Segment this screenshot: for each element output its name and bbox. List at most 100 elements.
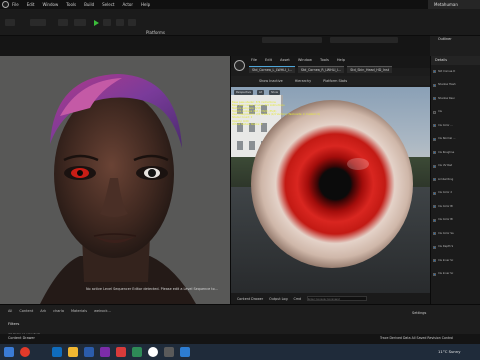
- breadcrumb-ark[interactable]: Ark: [40, 309, 46, 313]
- show-inactive-button[interactable]: Show Inactive: [259, 79, 283, 83]
- property-checkbox[interactable]: [433, 245, 436, 249]
- details-property-row[interactable]: Iris UV Rad: [433, 164, 480, 169]
- breadcrumb-charla[interactable]: charla: [53, 309, 64, 313]
- property-checkbox[interactable]: [433, 110, 436, 114]
- property-checkbox[interactable]: [433, 272, 436, 276]
- shader-stats: Base pass shader: 374 instructions Base …: [232, 101, 328, 126]
- save-button[interactable]: [5, 19, 15, 26]
- app-icon[interactable]: [20, 347, 30, 357]
- cmd-dropdown[interactable]: Cmd: [294, 297, 302, 301]
- property-checkbox[interactable]: [433, 124, 436, 127]
- console-command-input[interactable]: [307, 296, 368, 301]
- property-checkbox[interactable]: [433, 164, 436, 168]
- level-viewport[interactable]: No active Level Sequencer Editor detecte…: [0, 56, 230, 304]
- property-checkbox[interactable]: [433, 205, 436, 208]
- details-property-row[interactable]: Iris Color ...: [433, 124, 480, 128]
- property-checkbox[interactable]: [433, 97, 436, 100]
- app2-icon[interactable]: [116, 347, 126, 357]
- lit-chip[interactable]: Lit: [257, 90, 265, 95]
- details-property-row[interactable]: Iris Color Sa: [433, 232, 480, 236]
- settings-button[interactable]: Settings: [412, 311, 426, 315]
- menu-help[interactable]: Help: [141, 2, 150, 7]
- mat-menu-edit[interactable]: Edit: [265, 58, 272, 62]
- material-editor-header: File Edit Asset Window Tools Help Std_Co…: [231, 56, 431, 73]
- stop-button[interactable]: [116, 19, 124, 26]
- store-icon[interactable]: [84, 347, 94, 357]
- mat-menu-help[interactable]: Help: [337, 58, 345, 62]
- filters-button[interactable]: Filters: [8, 321, 19, 326]
- menu-tools[interactable]: Tools: [66, 2, 76, 7]
- menu-actor[interactable]: Actor: [122, 2, 133, 7]
- menu-window[interactable]: Window: [42, 2, 58, 7]
- hierarchy-button[interactable]: Hierarchy: [295, 79, 311, 83]
- media-icon[interactable]: [100, 347, 110, 357]
- play-icon[interactable]: [94, 20, 99, 26]
- tab-skin-head[interactable]: Std_Skin_Head_HD_Inst: [347, 66, 392, 73]
- explorer-icon[interactable]: [68, 347, 78, 357]
- windows-taskbar: 11°C Sunny: [0, 344, 480, 360]
- property-checkbox[interactable]: [433, 259, 436, 262]
- breadcrumb-folder[interactable]: weirock...: [94, 309, 111, 313]
- property-checkbox[interactable]: [433, 191, 436, 195]
- details-property-row[interactable]: Shadow Resi: [433, 97, 480, 101]
- property-checkbox[interactable]: [433, 232, 436, 235]
- property-checkbox[interactable]: [433, 70, 436, 73]
- start-icon[interactable]: [4, 347, 14, 357]
- property-checkbox[interactable]: [433, 218, 436, 222]
- property-checkbox[interactable]: [433, 151, 436, 154]
- menu-select[interactable]: Select: [102, 2, 114, 7]
- property-checkbox[interactable]: [433, 137, 436, 141]
- tab-cornea-r[interactable]: Std_Cornea_R_LWHLI_I...: [297, 66, 345, 73]
- property-label: Iris Roughne: [438, 150, 455, 154]
- property-label: Iris Color Bl: [438, 218, 453, 221]
- project-tab[interactable]: Metahuman: [428, 0, 480, 9]
- details-property-row[interactable]: Std Cornea D: [433, 70, 480, 74]
- output-log-button[interactable]: Output Log: [269, 297, 287, 301]
- blueprint-button[interactable]: [74, 19, 86, 26]
- unreal-logo-icon[interactable]: [2, 1, 9, 8]
- app5-icon[interactable]: [180, 347, 190, 357]
- viewport-transform-tools[interactable]: [262, 37, 322, 43]
- viewport-snap-tools[interactable]: [330, 37, 398, 43]
- menu-file[interactable]: File: [12, 2, 19, 7]
- property-checkbox[interactable]: [433, 83, 436, 87]
- details-property-row[interactable]: Iris Color Bl: [433, 218, 480, 223]
- details-property-row[interactable]: Iris Inner Sc: [433, 272, 480, 277]
- step-button[interactable]: [103, 19, 111, 26]
- details-property-row[interactable]: Iris Inner Sc: [433, 259, 480, 263]
- details-property-row[interactable]: Iris Depth S: [433, 245, 480, 250]
- unreal-taskbar-icon[interactable]: [148, 347, 158, 357]
- menu-build[interactable]: Build: [84, 2, 94, 7]
- platform-stats-button[interactable]: Platform Stats: [323, 79, 347, 83]
- mat-menu-tools[interactable]: Tools: [320, 58, 329, 62]
- breadcrumb-all[interactable]: All: [8, 309, 12, 313]
- edge-icon[interactable]: [52, 347, 62, 357]
- breadcrumb-content[interactable]: Content: [19, 309, 33, 313]
- content-drawer-button[interactable]: Content Drawer: [237, 297, 263, 301]
- weather-widget[interactable]: 11°C Sunny: [438, 349, 460, 354]
- content-drawer-button[interactable]: Content Drawer: [8, 336, 35, 340]
- platforms-menu[interactable]: Platforms: [146, 30, 165, 35]
- material-preview-viewport[interactable]: Perspective Lit Show Base pass shader: 3…: [231, 87, 431, 297]
- property-checkbox[interactable]: [433, 178, 436, 181]
- details-property-row[interactable]: Iris Color Bl: [433, 205, 480, 209]
- eject-button[interactable]: [128, 19, 136, 26]
- tab-cornea-l[interactable]: Std_Cornea_L_LWHLI_I...: [249, 66, 295, 73]
- details-property-row[interactable]: Shadow Hash: [433, 83, 480, 88]
- breadcrumb-materials[interactable]: Materials: [71, 309, 87, 313]
- details-property-row[interactable]: Limbal Ring: [433, 178, 480, 182]
- menu-edit[interactable]: Edit: [27, 2, 35, 7]
- details-property-row[interactable]: Iris Color 2: [433, 191, 480, 196]
- details-property-row[interactable]: Iris Normal ...: [433, 137, 480, 142]
- app3-icon[interactable]: [132, 347, 142, 357]
- app4-icon[interactable]: [164, 347, 174, 357]
- mat-menu-asset[interactable]: Asset: [280, 58, 290, 62]
- mat-menu-file[interactable]: File: [251, 58, 257, 62]
- perspective-chip[interactable]: Perspective: [234, 90, 254, 95]
- mode-button[interactable]: [30, 19, 46, 26]
- mat-menu-window[interactable]: Window: [298, 58, 312, 62]
- details-property-row[interactable]: Iris Roughne: [433, 151, 480, 155]
- details-property-row[interactable]: Iris: [433, 110, 480, 115]
- show-chip[interactable]: Show: [269, 90, 280, 95]
- add-button[interactable]: [58, 19, 68, 26]
